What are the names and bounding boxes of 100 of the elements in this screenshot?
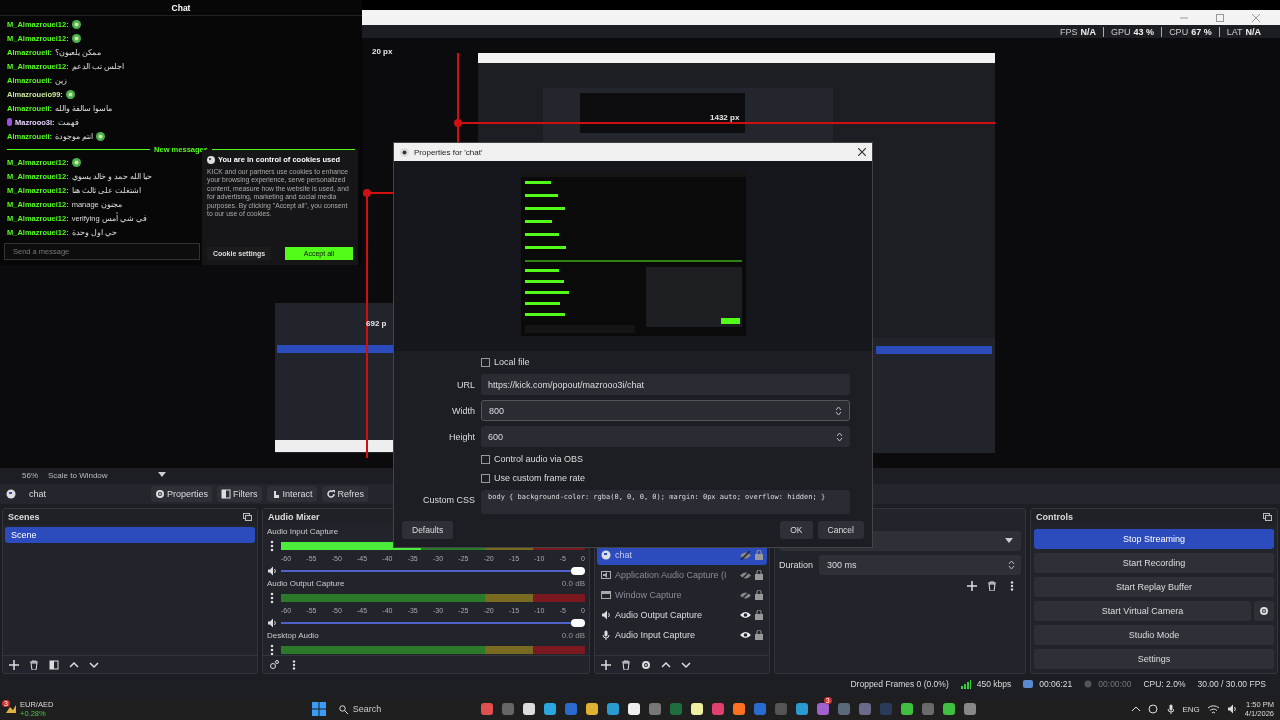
scene-item[interactable]: Scene	[5, 527, 255, 543]
duration-label: Duration	[779, 560, 814, 570]
chevron-down-icon[interactable]	[89, 659, 99, 670]
eye-crossed-icon[interactable]	[740, 590, 751, 600]
stat-value: 43 %	[1133, 26, 1155, 37]
add-icon[interactable]	[967, 581, 977, 591]
record-icon	[1084, 680, 1093, 688]
toolbar-button[interactable]: Interact	[266, 486, 317, 502]
source-item[interactable]: Window Capture	[597, 585, 767, 605]
add-icon[interactable]	[601, 659, 611, 670]
lock-icon[interactable]	[755, 590, 763, 600]
dock-title: Audio Mixer	[268, 512, 320, 522]
dock-title: Controls	[1036, 512, 1073, 522]
dialog-button[interactable]: Defaults	[402, 521, 454, 539]
toolbar-button[interactable]: Filters	[217, 486, 262, 502]
speaker-icon	[601, 610, 611, 620]
control-button[interactable]: Start Replay Buffer	[1034, 577, 1274, 597]
status-text: 30.00 / 30.00 FPS	[1197, 679, 1266, 689]
control-button[interactable]: Start Virtual Camera	[1034, 601, 1251, 621]
volume-slider[interactable]	[281, 618, 585, 628]
eye-icon[interactable]	[740, 631, 751, 639]
control-button[interactable]: Settings	[1034, 649, 1274, 669]
microphone-icon	[601, 630, 611, 640]
stat-label: CPU	[1169, 26, 1189, 37]
db-reading: 0.0 dB	[561, 579, 585, 590]
dialog-button[interactable]: Cancel	[817, 521, 864, 539]
microphone-icon[interactable]	[1166, 704, 1175, 714]
toolbar-button[interactable]: Properties	[151, 486, 213, 502]
status-text: 00:06:21	[1039, 679, 1073, 689]
add-icon[interactable]	[9, 659, 19, 670]
filter-icon	[221, 489, 232, 499]
source-item[interactable]: Audio Input Capture	[597, 625, 767, 645]
stat-value: N/A	[1080, 26, 1097, 37]
toolbar-button[interactable]: Refres	[321, 486, 369, 502]
source-item[interactable]: Application Audio Capture (I	[597, 565, 767, 585]
tray-icon[interactable]	[1148, 704, 1159, 714]
dialog-button[interactable]: OK	[780, 521, 813, 539]
globe-icon	[601, 550, 611, 560]
app-icon[interactable]	[731, 702, 746, 716]
spinner-icon[interactable]	[1008, 560, 1015, 570]
chevron-up-icon[interactable]	[1132, 706, 1141, 712]
chevron-down-icon[interactable]	[681, 659, 691, 670]
source-item[interactable]: Audio Output Capture	[597, 605, 767, 625]
slider-thumb[interactable]	[571, 567, 585, 575]
speaker-window-icon	[601, 570, 611, 580]
speaker-icon[interactable]	[267, 566, 277, 576]
trash-icon[interactable]	[987, 581, 997, 591]
lock-icon[interactable]	[755, 550, 763, 560]
lock-icon[interactable]	[755, 610, 763, 620]
gear-icon[interactable]	[641, 659, 651, 670]
undock-icon[interactable]	[1263, 513, 1272, 521]
speaker-icon[interactable]	[1226, 704, 1237, 714]
maximize-icon[interactable]	[1216, 13, 1224, 22]
stat-label: FPS	[1060, 26, 1078, 37]
eye-crossed-icon[interactable]	[740, 570, 751, 580]
search-field[interactable]: Search	[332, 700, 473, 718]
language-indicator[interactable]: ENG	[1182, 704, 1200, 714]
chevron-up-icon[interactable]	[69, 659, 79, 670]
speaker-icon[interactable]	[267, 618, 277, 628]
trash-icon[interactable]	[29, 659, 39, 670]
caret-icon	[157, 472, 166, 478]
caret-icon	[1005, 538, 1013, 544]
app-icon[interactable]	[521, 702, 536, 716]
control-button[interactable]: Studio Mode	[1034, 625, 1274, 645]
mixer-settings-icon[interactable]	[269, 659, 279, 670]
stream-icon	[1023, 680, 1034, 688]
slider-thumb[interactable]	[571, 619, 585, 627]
start-icon[interactable]	[311, 702, 326, 716]
chart-icon	[6, 705, 16, 713]
checkbox[interactable]: Use custom frame rate	[481, 471, 850, 485]
eye-icon[interactable]	[740, 611, 751, 619]
filter-icon[interactable]	[49, 659, 59, 670]
control-button[interactable]: Start Recording	[1034, 553, 1274, 573]
app-icon[interactable]	[689, 702, 704, 716]
status-text: 450 kbps	[976, 679, 1012, 689]
wifi-icon[interactable]	[1207, 704, 1219, 714]
lock-icon[interactable]	[755, 570, 763, 580]
app-icon[interactable]	[941, 702, 956, 716]
chevron-up-icon[interactable]	[661, 659, 671, 670]
undock-icon[interactable]	[243, 513, 252, 521]
db-reading: 0.0 dB	[561, 631, 585, 642]
control-button[interactable]: Stop Streaming	[1034, 529, 1274, 549]
status-text: 00:00:00	[1098, 679, 1132, 689]
trash-icon[interactable]	[621, 659, 631, 670]
globe-icon	[6, 489, 16, 499]
gear-icon	[1259, 606, 1269, 616]
settings-button[interactable]	[1254, 601, 1274, 621]
app-icon[interactable]	[899, 702, 914, 716]
eye-crossed-icon[interactable]	[740, 550, 751, 560]
refresh-icon	[325, 489, 336, 499]
lock-icon[interactable]	[755, 630, 763, 640]
zoom-level: 56%	[22, 470, 38, 480]
window-icon	[601, 590, 611, 600]
app-icon[interactable]	[584, 702, 599, 716]
scale-mode-dropdown[interactable]: Scale to Window	[48, 470, 148, 480]
app-icon[interactable]	[626, 702, 641, 716]
duration-field[interactable]: 300 ms	[819, 555, 1021, 575]
app-icon[interactable]	[542, 702, 557, 716]
status-text: CPU: 2.0%	[1143, 679, 1186, 689]
volume-slider[interactable]	[281, 566, 585, 576]
